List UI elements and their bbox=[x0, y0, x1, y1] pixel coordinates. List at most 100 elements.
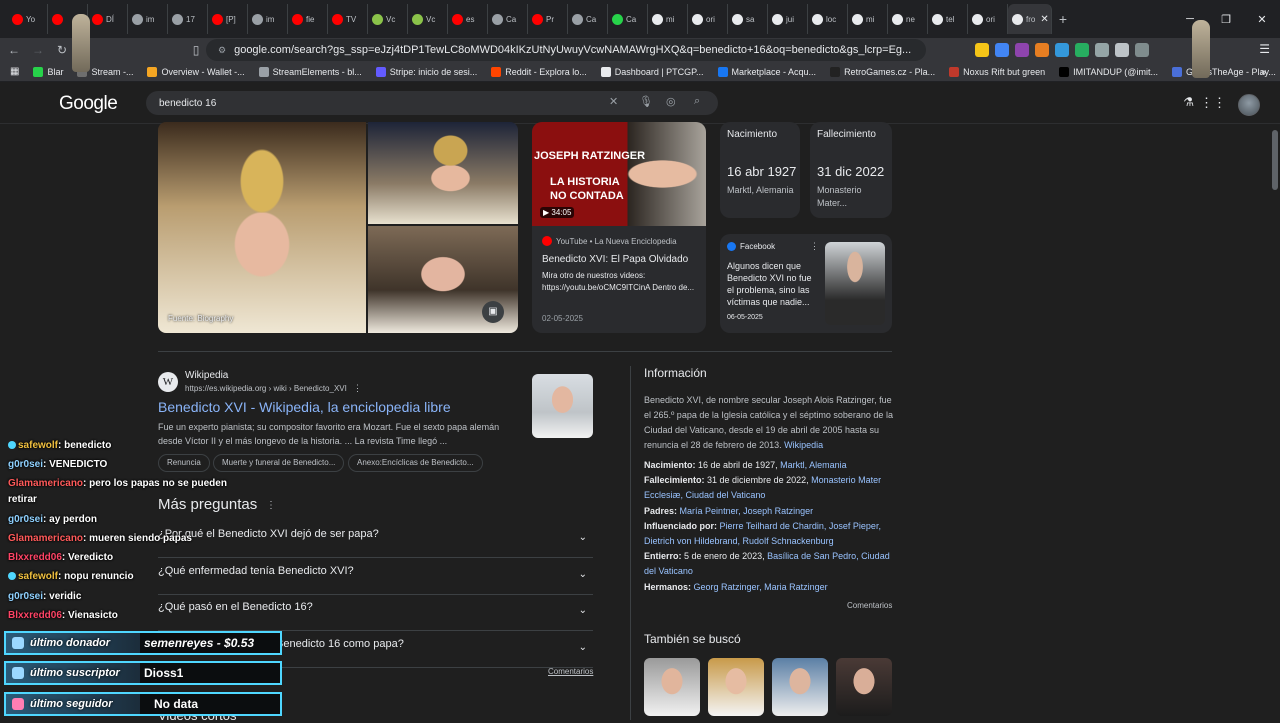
bookmark-item[interactable]: Overview - Wallet -... bbox=[147, 66, 245, 77]
close-window-button[interactable]: ✕ bbox=[1244, 13, 1280, 26]
info-row-link[interactable]: María Peintner, Joseph Ratzinger bbox=[680, 506, 814, 516]
browser-tab[interactable]: Ca bbox=[568, 4, 608, 34]
bookmark-item[interactable]: Stripe: inicio de sesi... bbox=[375, 66, 477, 77]
paa-feedback-link[interactable]: Comentarios bbox=[548, 667, 593, 676]
tab-close-icon[interactable]: ✕ bbox=[1040, 14, 1048, 25]
paa-options-icon[interactable]: ⋮ bbox=[266, 500, 276, 511]
browser-tab[interactable]: ori bbox=[688, 4, 728, 34]
browser-tab[interactable]: ori bbox=[968, 4, 1008, 34]
death-card[interactable]: Fallecimiento 31 dic 2022 Monasterio Mat… bbox=[810, 122, 892, 218]
wiki-url[interactable]: https://es.wikipedia.org › wiki › Benedi… bbox=[185, 384, 347, 393]
extension-icon[interactable] bbox=[1015, 43, 1029, 57]
browser-tab[interactable]: es bbox=[448, 4, 488, 34]
bookmark-item[interactable]: IMITANDUP (@imit... bbox=[1059, 66, 1158, 77]
browser-tab[interactable]: 17 bbox=[168, 4, 208, 34]
search-icon[interactable]: ⌕ bbox=[694, 95, 700, 108]
google-logo[interactable]: Google bbox=[59, 93, 118, 115]
browser-tab[interactable]: TV bbox=[328, 4, 368, 34]
browser-tab[interactable]: Ca bbox=[488, 4, 528, 34]
reload-icon[interactable]: ↻ bbox=[52, 43, 72, 57]
wiki-title-link[interactable]: Benedicto XVI - Wikipedia, la encicloped… bbox=[158, 399, 451, 415]
forward-icon[interactable]: → bbox=[28, 43, 48, 57]
more-options-icon[interactable]: ⋮ bbox=[810, 241, 819, 252]
chevron-down-icon[interactable]: ⌄ bbox=[579, 605, 587, 616]
browser-tab[interactable]: sa bbox=[728, 4, 768, 34]
youtube-title[interactable]: Benedicto XVI: El Papa Olvidado bbox=[542, 254, 688, 265]
extension-icon[interactable] bbox=[1035, 43, 1049, 57]
facebook-card[interactable]: Facebook ⋮ Algunos dicen que Benedicto X… bbox=[720, 234, 892, 333]
result-options-icon[interactable]: ⋮ bbox=[353, 383, 362, 394]
browser-tab[interactable]: ne bbox=[888, 4, 928, 34]
youtube-thumbnail[interactable]: JOSEPH RATZINGER LA HISTORIA NO CONTADA … bbox=[532, 122, 706, 226]
browser-tab[interactable]: mi bbox=[648, 4, 688, 34]
related-person-2[interactable] bbox=[708, 658, 764, 716]
paa-question[interactable]: ¿Qué pasó en el Benedicto 16? ⌄ bbox=[158, 601, 593, 631]
wiki-chip[interactable]: Muerte y funeral de Benedicto... bbox=[213, 454, 345, 472]
info-feedback-link[interactable]: Comentarios bbox=[847, 601, 892, 610]
puzzle-icon[interactable] bbox=[1115, 43, 1129, 57]
extension-icon[interactable] bbox=[1055, 43, 1069, 57]
bookmark-item[interactable]: RetroGames.cz - Pla... bbox=[830, 66, 935, 77]
labs-icon[interactable]: ⚗ bbox=[1183, 95, 1194, 109]
extension-icon[interactable] bbox=[1135, 43, 1149, 57]
browser-tab[interactable]: loc bbox=[808, 4, 848, 34]
image-result-2[interactable] bbox=[368, 122, 518, 224]
info-wikipedia-link[interactable]: Wikipedia bbox=[784, 440, 823, 450]
page-scrollbar[interactable] bbox=[1272, 130, 1278, 190]
browser-tab[interactable]: jui bbox=[768, 4, 808, 34]
chevron-down-icon[interactable]: ⌄ bbox=[579, 569, 587, 580]
browser-tab[interactable]: [P] bbox=[208, 4, 248, 34]
info-row-link[interactable]: Marktl, Alemania bbox=[780, 460, 847, 470]
image-result-3[interactable]: ▣ bbox=[368, 226, 518, 333]
image-result-main[interactable]: Fuente: Biography bbox=[158, 122, 366, 333]
browser-tab[interactable]: im bbox=[128, 4, 168, 34]
browser-tab[interactable]: DÍ bbox=[88, 4, 128, 34]
paa-question[interactable]: ¿Qué enfermedad tenía Benedicto XVI? ⌄ bbox=[158, 565, 593, 595]
related-person-4[interactable] bbox=[836, 658, 892, 716]
search-box[interactable]: benedicto 16 ✕ 🎙 ◎ ⌕ bbox=[146, 91, 718, 115]
wiki-chip[interactable]: Anexo:Encíclicas de Benedicto... bbox=[348, 454, 483, 472]
new-tab-button[interactable]: + bbox=[1052, 11, 1074, 27]
extension-icon[interactable] bbox=[975, 43, 989, 57]
bookmark-icon[interactable]: ▯ bbox=[186, 43, 206, 57]
mic-icon[interactable]: 🎙 bbox=[639, 95, 653, 108]
avatar[interactable] bbox=[1238, 94, 1260, 116]
browser-tab[interactable]: Ca bbox=[608, 4, 648, 34]
clear-icon[interactable]: ✕ bbox=[609, 95, 618, 108]
browser-tab[interactable]: im bbox=[248, 4, 288, 34]
browser-tab[interactable]: mi bbox=[848, 4, 888, 34]
bookmark-item[interactable]: Noxus Rift but green bbox=[949, 66, 1045, 77]
info-row-link[interactable]: Georg Ratzinger, Maria Ratzinger bbox=[694, 582, 828, 592]
wiki-thumbnail[interactable] bbox=[532, 374, 593, 438]
bookmark-item[interactable]: Dashboard | PTCGP... bbox=[600, 66, 704, 77]
paa-question[interactable]: ¿Por qué el Benedicto XVI dejó de ser pa… bbox=[158, 528, 593, 558]
related-person-3[interactable] bbox=[772, 658, 828, 716]
more-images-icon[interactable]: ▣ bbox=[482, 301, 504, 323]
apps-grid-icon[interactable]: ▦ bbox=[10, 66, 19, 77]
browser-tab[interactable]: tel bbox=[928, 4, 968, 34]
birth-card[interactable]: Nacimiento 16 abr 1927 Marktl, Alemania bbox=[720, 122, 800, 218]
more-bookmarks-icon[interactable]: » bbox=[1261, 67, 1266, 77]
google-apps-icon[interactable]: ⋮⋮ bbox=[1200, 95, 1226, 111]
browser-tab[interactable]: Vc bbox=[408, 4, 448, 34]
browser-tab[interactable]: Pr bbox=[528, 4, 568, 34]
bookmark-item[interactable]: Marketplace - Acqu... bbox=[717, 66, 816, 77]
bookmark-item[interactable]: Reddit - Explora lo... bbox=[491, 66, 587, 77]
browser-tab[interactable]: Yo bbox=[8, 4, 48, 34]
menu-icon[interactable]: ☰ bbox=[1259, 42, 1270, 56]
extension-icon[interactable] bbox=[995, 43, 1009, 57]
address-bar[interactable]: ⚙ google.com/search?gs_ssp=eJzj4tDP1TewL… bbox=[206, 39, 926, 61]
chevron-down-icon[interactable]: ⌄ bbox=[579, 532, 587, 543]
site-info-icon[interactable]: ⚙ bbox=[218, 45, 226, 56]
browser-tab[interactable]: fro ✕ bbox=[1008, 4, 1052, 34]
bookmark-item[interactable]: StreamElements - bl... bbox=[258, 66, 362, 77]
facebook-thumbnail[interactable] bbox=[825, 242, 885, 325]
restore-button[interactable]: ❐ bbox=[1208, 13, 1244, 26]
extension-icon[interactable] bbox=[1075, 43, 1089, 57]
wiki-chip[interactable]: Renuncia bbox=[158, 454, 210, 472]
extension-icon[interactable] bbox=[1095, 43, 1109, 57]
search-input[interactable]: benedicto 16 bbox=[159, 98, 216, 109]
chevron-down-icon[interactable]: ⌄ bbox=[579, 642, 587, 653]
related-person-1[interactable] bbox=[644, 658, 700, 716]
back-icon[interactable]: ← bbox=[4, 43, 24, 57]
